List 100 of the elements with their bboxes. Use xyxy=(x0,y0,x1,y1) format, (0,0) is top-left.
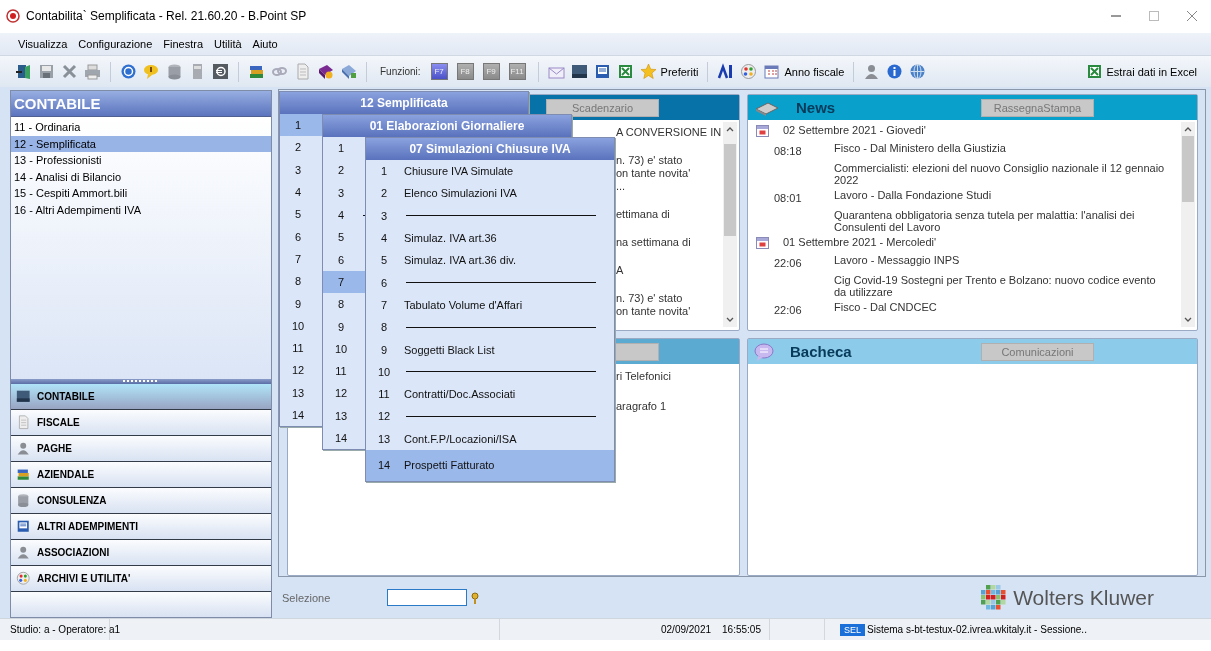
section-button[interactable]: ARCHIVI E UTILITA' xyxy=(11,566,271,592)
menu-item[interactable]: 7 xyxy=(280,247,323,271)
menu-item[interactable]: 8 xyxy=(323,293,366,316)
calendar-icon xyxy=(756,123,769,137)
item-number: 12 xyxy=(333,387,349,400)
globe-icon[interactable] xyxy=(909,63,927,80)
menu-item[interactable]: 13 xyxy=(323,404,366,427)
menu-item[interactable]: 12 xyxy=(323,382,366,405)
news-category[interactable]: Fisco - Dal Ministero della Giustizia xyxy=(834,142,1167,157)
book-icon[interactable] xyxy=(317,63,334,80)
section-button[interactable]: ALTRI ADEMPIMENTI xyxy=(11,514,271,540)
menu-item[interactable]: 5 Simulaz. IVA art.36 div. xyxy=(366,249,614,272)
menu-item[interactable]: 7 Tabulato Volume d'Affari xyxy=(366,293,614,317)
menu-item[interactable]: 11 xyxy=(323,359,366,383)
speech-bubble-icon xyxy=(754,342,774,361)
item-number: 1 xyxy=(293,119,303,132)
item-number: 10 xyxy=(376,365,392,378)
close-icon[interactable] xyxy=(1187,11,1197,21)
sidebar-item[interactable]: 14 - Analisi di Bilancio xyxy=(11,168,271,185)
menu-item[interactable]: 1 xyxy=(280,114,323,137)
favorites-button[interactable]: Preferiti xyxy=(639,63,699,80)
menu-item[interactable]: 9 Soggetti Black List xyxy=(366,338,614,361)
section-button[interactable]: ASSOCIAZIONI xyxy=(11,540,271,566)
sidebar-item[interactable]: 12 - Semplificata xyxy=(11,135,271,152)
menu-item[interactable]: Configurazione xyxy=(78,38,153,50)
menu-item[interactable]: 11 xyxy=(280,336,323,360)
item-number: 9 xyxy=(336,320,346,333)
menu-item[interactable]: 11 Contratti/Doc.Associati xyxy=(366,382,614,406)
news-headline[interactable]: Cig Covid-19 Sostegni per Trento e Bolzano: nuovo codice evento da utilizzare xyxy=(834,274,1167,298)
menu-item[interactable]: 2 xyxy=(323,159,366,182)
menu-item[interactable]: 2 xyxy=(280,136,323,159)
item-number: 5 xyxy=(293,208,303,221)
menu-item[interactable]: 13 xyxy=(280,381,323,404)
user-icon[interactable] xyxy=(863,63,881,80)
palette-icon[interactable] xyxy=(740,63,758,80)
section-button[interactable]: AZIENDALE xyxy=(11,462,271,488)
news-category[interactable]: Fisco - Dal CNDCEC xyxy=(834,301,1167,316)
book-icon[interactable] xyxy=(340,63,357,80)
menu-item[interactable]: 12 xyxy=(280,359,323,382)
menu-item[interactable]: 3 xyxy=(280,158,323,181)
section-button[interactable]: CONSULENZA xyxy=(11,488,271,514)
section-button[interactable]: CONTABILE xyxy=(11,384,271,410)
menu-item[interactable]: 14 xyxy=(280,403,323,427)
exit-icon[interactable] xyxy=(15,63,32,80)
menu-item[interactable]: 6 xyxy=(323,248,366,271)
menu-item[interactable]: Utilità xyxy=(214,38,242,50)
sidebar-item[interactable]: 15 - Cespiti Ammort.bili xyxy=(11,185,271,202)
news-category[interactable]: Lavoro - Messaggio INPS xyxy=(834,254,1167,269)
menu-item[interactable]: 7 xyxy=(323,270,366,294)
menu-item[interactable]: 14 xyxy=(323,426,366,450)
euro-icon[interactable] xyxy=(212,63,229,80)
menu-item[interactable]: 14 Prospetti Fatturato xyxy=(366,449,614,481)
menu-item[interactable]: 8 xyxy=(280,270,323,293)
sidebar-item[interactable]: 16 - Altri Adempimenti IVA xyxy=(11,201,271,218)
printer-icon[interactable] xyxy=(84,63,101,80)
font-icon[interactable] xyxy=(717,63,735,80)
selection-field[interactable] xyxy=(387,589,467,606)
item-number: 8 xyxy=(379,321,389,334)
cylinder-icon[interactable] xyxy=(166,63,183,80)
menu-item[interactable]: 3 xyxy=(323,181,366,204)
menu-item[interactable]: 4 Simulaz. IVA art.36 xyxy=(366,226,614,250)
export-excel-button[interactable]: Estrai dati in Excel xyxy=(1085,63,1197,80)
books-icon[interactable] xyxy=(248,63,265,80)
sidebar-item[interactable]: 11 - Ordinaria xyxy=(11,119,271,136)
menu-item[interactable]: 2 Elenco Simulazioni IVA xyxy=(366,182,614,205)
sidebar-item[interactable]: 13 - Professionisti xyxy=(11,152,271,169)
speech-bubble-icon[interactable] xyxy=(143,63,160,80)
spreadsheet-icon[interactable] xyxy=(616,63,634,80)
menu-item[interactable]: 9 xyxy=(323,315,366,338)
section-button[interactable]: FISCALE xyxy=(11,410,271,436)
menu-item[interactable]: Visualizza xyxy=(18,38,68,50)
menu-item[interactable]: Finestra xyxy=(163,38,204,50)
key-icon[interactable] xyxy=(471,591,479,604)
menu-item[interactable]: 10 xyxy=(323,337,366,360)
help-icon[interactable] xyxy=(120,63,137,80)
menu-item[interactable]: Aiuto xyxy=(252,38,278,50)
scrollbar[interactable] xyxy=(1181,122,1195,327)
menu-item[interactable]: 5 xyxy=(280,203,323,226)
menu-item[interactable]: 5 xyxy=(323,226,366,249)
menu-item[interactable]: 1 Chiusure IVA Simulate xyxy=(366,160,614,183)
info-icon[interactable] xyxy=(886,63,904,80)
document-icon[interactable] xyxy=(593,63,611,80)
scissors-icon[interactable] xyxy=(61,63,78,80)
grip-icon[interactable] xyxy=(122,380,160,383)
scrollbar[interactable] xyxy=(723,122,737,327)
menu-item[interactable]: 10 xyxy=(280,314,323,337)
save-icon[interactable] xyxy=(38,63,55,80)
fiscal-year-button[interactable]: Anno fiscale xyxy=(763,63,845,80)
news-headline[interactable]: Quarantena obbligatoria senza tutela per malattia: l'analisi dei Consulenti del Lavoro xyxy=(834,209,1167,233)
menu-item[interactable]: 6 xyxy=(280,225,323,248)
news-headline[interactable]: Commercialisti: elezioni del nuovo Consiglio nazionale il 12 gennaio 2022 xyxy=(834,162,1167,186)
menu-item[interactable]: 13 Cont.F.P/Locazioni/ISA xyxy=(366,427,614,450)
section-button[interactable]: PAGHE xyxy=(11,436,271,462)
menu-item[interactable]: 1 xyxy=(323,137,366,160)
function-key-button[interactable]: F7 xyxy=(430,63,448,80)
menu-item[interactable]: 4 xyxy=(280,180,323,204)
text-fragment: aragrafo 1 xyxy=(616,400,668,413)
news-category[interactable]: Lavoro - Dalla Fondazione Studi xyxy=(834,189,1167,204)
monitor-icon[interactable] xyxy=(570,63,588,80)
menu-item[interactable]: 9 xyxy=(280,292,323,315)
